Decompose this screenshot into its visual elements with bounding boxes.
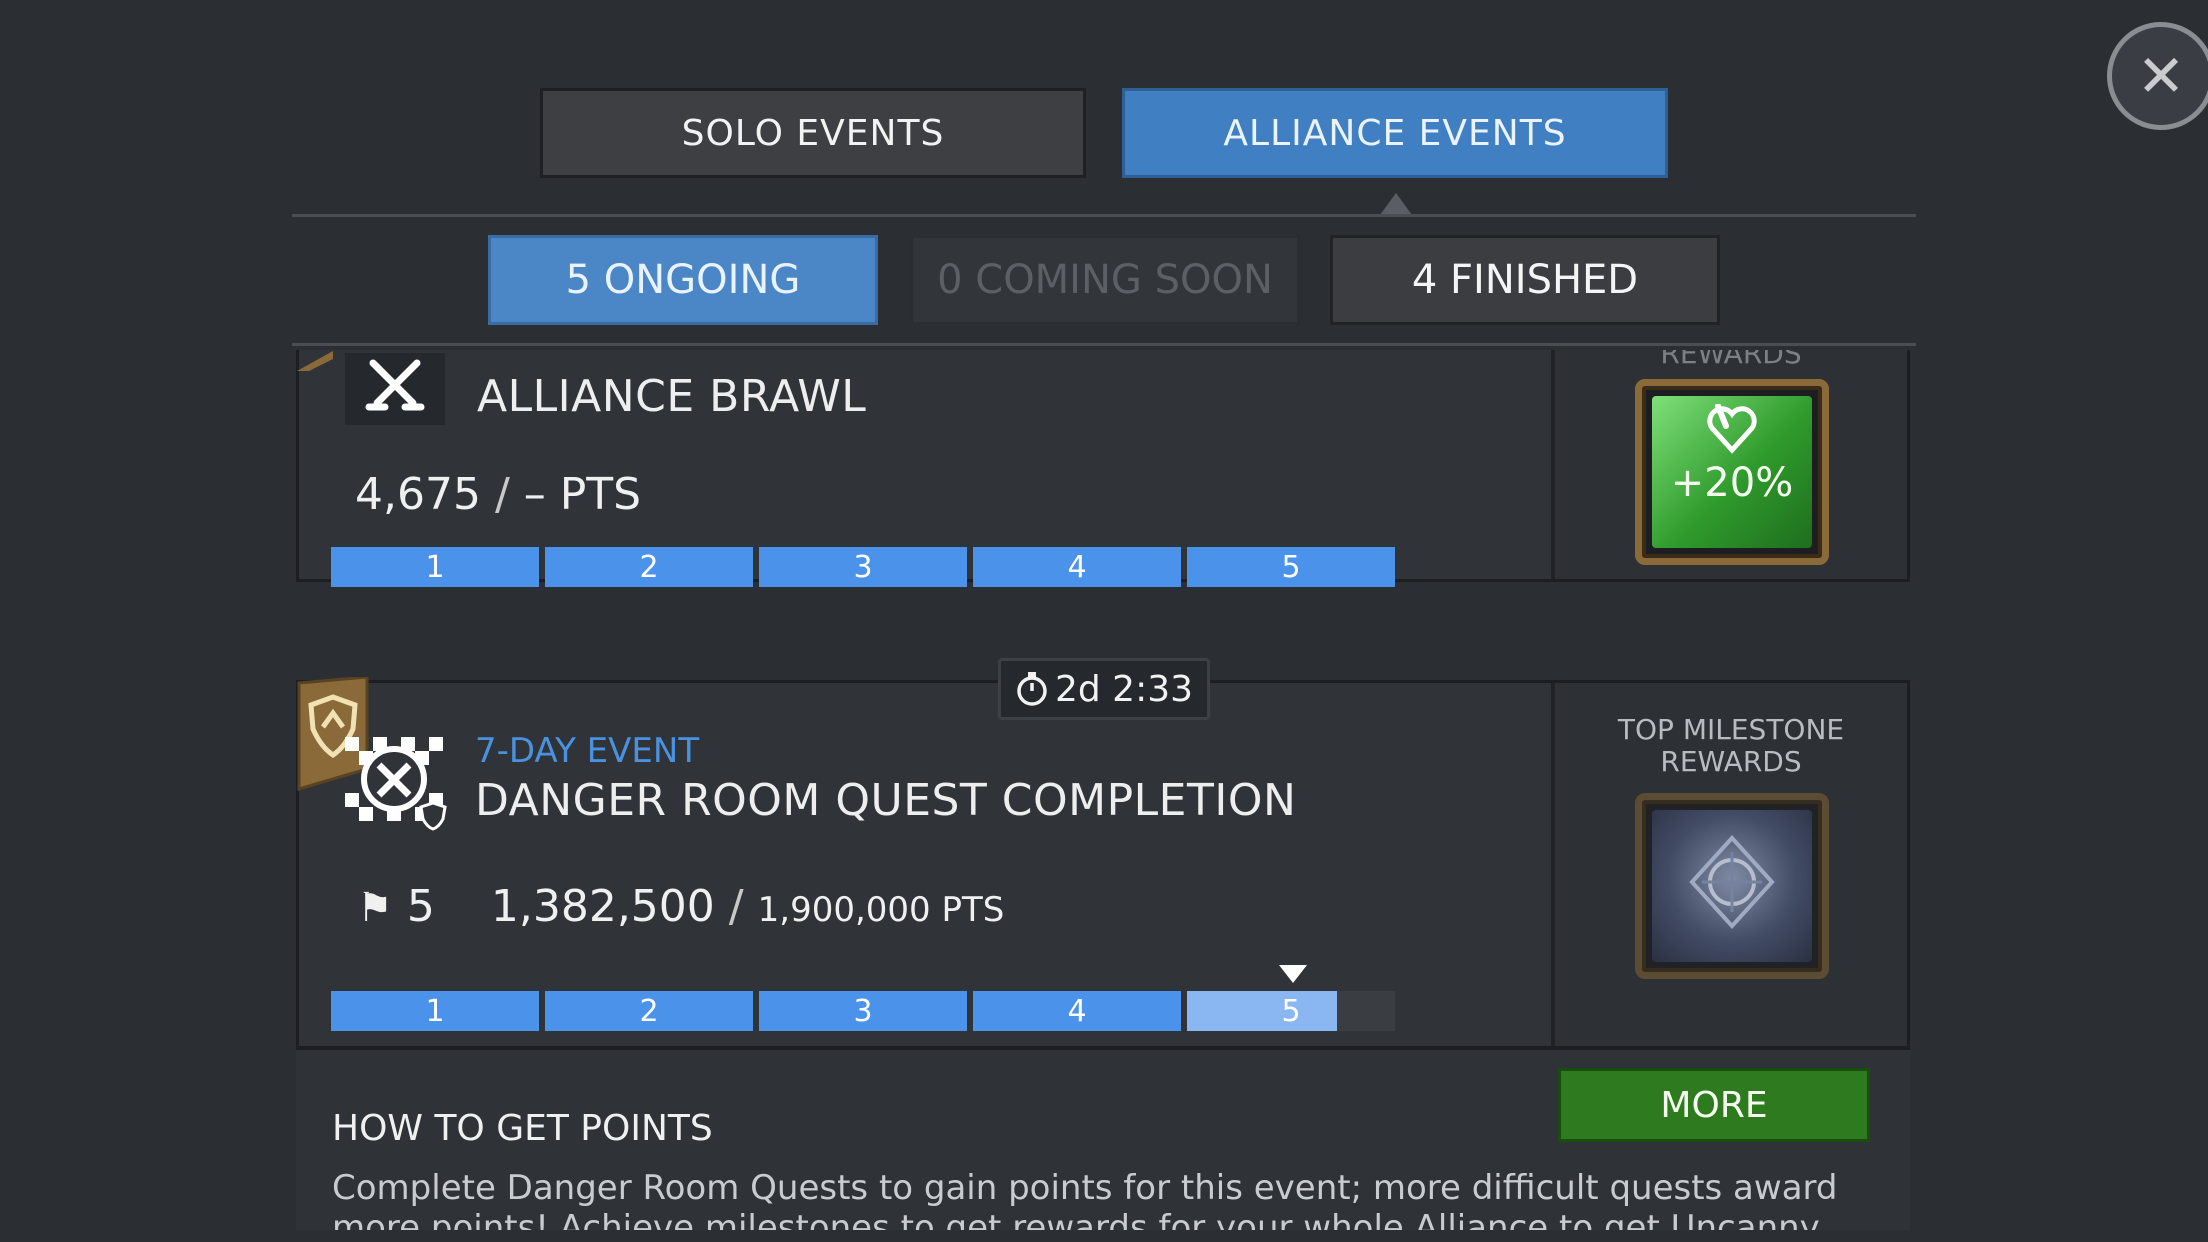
milestone-bar: 1 2 3 4 5: [331, 547, 1395, 587]
tab-finished[interactable]: 4 FINISHED: [1330, 235, 1720, 325]
stopwatch-icon: [1017, 672, 1047, 706]
milestone-bar: 1 2 3 4 5: [331, 991, 1395, 1031]
milestone-segment: 5: [1187, 547, 1395, 587]
rewards-label: REWARDS: [1660, 350, 1802, 370]
timer-text: 2d 2:33: [1054, 668, 1194, 710]
points-goal: 1,900,000 PTS: [757, 890, 1005, 930]
milestone-reached: 5: [406, 881, 435, 932]
reward-panel[interactable]: REWARDS +20%: [1551, 350, 1907, 579]
reward-boost-tile: +20%: [1652, 396, 1812, 548]
event-points: 4,675 / – PTS: [355, 469, 642, 520]
close-icon: ✕: [2136, 42, 2186, 110]
crystal-icon: [1689, 835, 1775, 929]
heart-boost-icon: [1707, 404, 1757, 454]
milestone-segment: 2: [545, 547, 753, 587]
event-list[interactable]: ALLIANCE BRAWL 4,675 / – PTS 1 2 3 4 5 R…: [296, 350, 1912, 1230]
crossed-swords-icon: [365, 359, 425, 411]
tab-alliance-events[interactable]: ALLIANCE EVENTS: [1122, 88, 1668, 178]
milestone-segment-current: 5: [1187, 991, 1395, 1031]
points-goal: – PTS: [523, 469, 642, 520]
milestone-flag-icon: ⚑: [357, 885, 393, 931]
segment-fill: [1187, 991, 1337, 1031]
points-value: 1,382,500: [490, 881, 715, 932]
milestone-segment: 2: [545, 991, 753, 1031]
tab-solo-events[interactable]: SOLO EVENTS: [540, 88, 1086, 178]
event-title: DANGER ROOM QUEST COMPLETION: [475, 775, 1297, 826]
milestone-segment: 3: [759, 991, 967, 1031]
milestone-segment: 1: [331, 547, 539, 587]
progress-marker-icon: [1279, 965, 1307, 983]
event-duration: 7-DAY EVENT: [475, 731, 700, 771]
event-card-danger-room[interactable]: 7-DAY EVENT DANGER ROOM QUEST COMPLETION…: [296, 677, 1910, 1050]
reward-item[interactable]: [1635, 793, 1829, 979]
close-button[interactable]: ✕: [2107, 22, 2208, 130]
milestone-segment: 4: [973, 991, 1181, 1031]
reward-panel[interactable]: TOP MILESTONE REWARDS: [1551, 683, 1907, 1047]
how-to-title: HOW TO GET POINTS: [332, 1108, 713, 1149]
active-tab-pointer: [1380, 193, 1412, 215]
divider: [292, 214, 1916, 217]
more-button[interactable]: MORE: [1558, 1068, 1870, 1142]
points-value: 4,675: [355, 469, 481, 520]
danger-room-icon: [345, 737, 447, 831]
milestone-segment: 4: [973, 547, 1181, 587]
event-points: ⚑ 5 1,382,500 / 1,900,000 PTS: [357, 881, 1005, 932]
reward-item[interactable]: +20%: [1635, 379, 1829, 565]
rewards-label-line1: TOP MILESTONE: [1617, 713, 1845, 746]
how-to-get-points-panel: HOW TO GET POINTS MORE Complete Danger R…: [296, 1046, 1910, 1230]
rewards-label-line2: REWARDS: [1660, 745, 1802, 778]
event-title: ALLIANCE BRAWL: [477, 371, 867, 422]
milestone-segment: 3: [759, 547, 967, 587]
reward-crystal-tile: [1652, 810, 1812, 962]
divider: [292, 343, 1916, 346]
reward-boost-text: +20%: [1670, 460, 1794, 506]
corner-ribbon-icon: [297, 351, 333, 371]
tab-coming-soon[interactable]: 0 COMING SOON: [910, 235, 1300, 325]
milestone-segment: 1: [331, 991, 539, 1031]
how-to-description: Complete Danger Room Quests to gain poin…: [332, 1168, 1838, 1230]
event-card-alliance-brawl[interactable]: ALLIANCE BRAWL 4,675 / – PTS 1 2 3 4 5 R…: [296, 350, 1910, 587]
tab-ongoing[interactable]: 5 ONGOING: [488, 235, 878, 325]
event-icon-box: [345, 353, 445, 425]
event-timer: 2d 2:33: [998, 658, 1210, 720]
